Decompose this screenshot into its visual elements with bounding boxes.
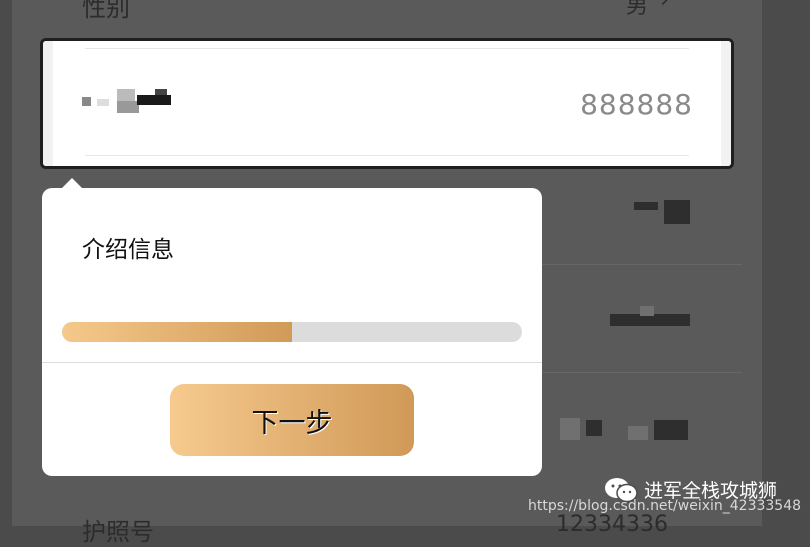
- progress-bar: [62, 322, 522, 342]
- row-divider: [85, 155, 689, 156]
- redacted-value: [640, 306, 654, 316]
- redacted-value: [586, 420, 602, 436]
- next-step-button[interactable]: 下一步: [170, 384, 414, 456]
- redacted-label: [137, 95, 171, 105]
- popover-arrow: [62, 178, 82, 188]
- row-divider: [85, 48, 689, 49]
- passport-value: 12334336: [556, 512, 668, 537]
- row-edge: [721, 41, 731, 166]
- progress-fill: [62, 322, 292, 342]
- redacted-value: [634, 202, 658, 210]
- row-edge: [43, 41, 53, 166]
- redacted-value: [654, 420, 688, 440]
- popover-title: 介绍信息: [82, 237, 174, 263]
- redacted-value: [628, 426, 648, 440]
- popover-divider: [42, 362, 542, 363]
- redacted-value: [560, 418, 580, 440]
- highlighted-info-row[interactable]: 888888: [40, 38, 734, 169]
- redacted-label: [117, 101, 139, 113]
- passport-label: 护照号: [82, 518, 154, 546]
- redacted-label: [155, 89, 167, 95]
- redacted-label: [117, 89, 135, 101]
- chevron-right-icon: ›: [660, 0, 669, 13]
- gender-label: 性别: [82, 0, 130, 22]
- gender-value: 男: [626, 0, 649, 19]
- redacted-label: [82, 97, 91, 106]
- redacted-label: [97, 99, 109, 106]
- row-value: 888888: [580, 88, 693, 121]
- guide-popover: 介绍信息 下一步: [42, 188, 542, 476]
- watermark-url: https://blog.csdn.net/weixin_42333548: [528, 498, 802, 514]
- redacted-value: [664, 200, 690, 224]
